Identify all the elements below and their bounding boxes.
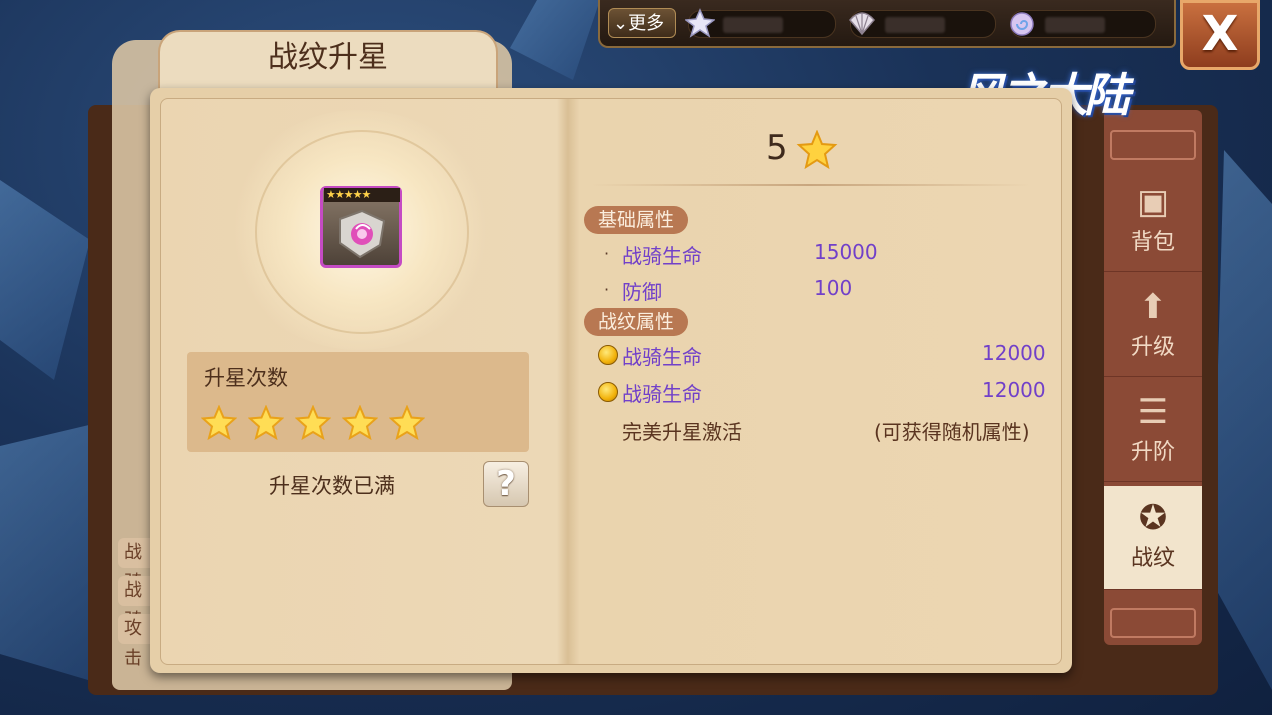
coin-icon xyxy=(598,382,618,402)
divider xyxy=(590,184,1030,186)
more-button[interactable]: ⌄更多 xyxy=(608,8,676,38)
behind-label: 战骑 xyxy=(118,576,154,631)
star-icon xyxy=(248,405,284,441)
perfect-star-value: (可获得随机属性) xyxy=(874,420,1030,444)
attr-label: 战骑生命 xyxy=(622,382,702,406)
tab-upgrade[interactable]: ⬆ 升级 xyxy=(1104,275,1202,377)
attr-label: 战骑生命 xyxy=(622,244,702,268)
rune-gem-icon xyxy=(339,209,386,259)
star-icon xyxy=(201,405,237,441)
attr-label: 防御 xyxy=(622,280,662,304)
attr-label: 战骑生命 xyxy=(622,345,702,369)
tab-backpack[interactable]: ▣ 背包 xyxy=(1104,170,1202,272)
attr-value: 12000 xyxy=(982,341,1046,365)
rune-emblem-icon: ✪ xyxy=(1138,498,1168,538)
ice-shard xyxy=(0,180,90,380)
star-count-label: 升星次数 xyxy=(204,366,288,390)
tab-label: 升阶 xyxy=(1130,440,1175,465)
more-label: 更多 xyxy=(628,13,665,34)
resource-value-blurred xyxy=(885,17,945,33)
star-max-text: 升星次数已满 xyxy=(269,474,395,498)
section-header-base: 基础属性 xyxy=(584,206,689,234)
star-icon xyxy=(342,405,378,441)
tab-advance[interactable]: ☰ 升阶 xyxy=(1104,380,1202,482)
bullet: · xyxy=(604,244,610,263)
star-currency-icon xyxy=(685,8,715,38)
star-icon xyxy=(295,405,331,441)
arrow-up-icon: ⬆ xyxy=(1138,287,1168,327)
resource-conch xyxy=(1010,10,1156,38)
star-icon xyxy=(796,130,838,170)
bullet: · xyxy=(604,280,610,299)
tab-rune[interactable]: ✪ 战纹 xyxy=(1104,486,1202,590)
attr-value: 100 xyxy=(814,276,853,300)
conch-currency-icon xyxy=(1010,12,1034,36)
tab-label: 背包 xyxy=(1130,230,1175,255)
resource-star xyxy=(685,8,836,38)
resource-value-blurred xyxy=(1045,17,1105,33)
attr-value: 12000 xyxy=(982,378,1046,402)
question-icon: ? xyxy=(496,464,516,504)
tab-label: 升级 xyxy=(1130,335,1175,360)
resource-value-blurred xyxy=(723,17,783,33)
scroll-icon: ☰ xyxy=(1137,392,1169,432)
item-star-rating: ★★★★★ xyxy=(324,188,400,202)
section-header-rune: 战纹属性 xyxy=(584,308,689,336)
chevron-down-icon: ⌄ xyxy=(613,13,629,34)
perfect-star-label: 完美升星激活 xyxy=(622,420,742,444)
tab-label: 战纹 xyxy=(1130,546,1175,571)
backpack-icon: ▣ xyxy=(1136,182,1170,222)
page-title: 战纹升星 xyxy=(268,40,388,75)
star-icon xyxy=(389,405,425,441)
shell-currency-icon xyxy=(849,12,875,36)
behind-label: 攻击 xyxy=(118,614,154,669)
behind-label: 战骑 xyxy=(118,538,154,593)
ice-shard xyxy=(1212,150,1272,690)
ice-shard xyxy=(510,0,600,80)
attr-value: 15000 xyxy=(814,240,878,264)
help-button[interactable]: ? xyxy=(483,461,529,507)
coin-icon xyxy=(598,345,618,365)
resource-shell xyxy=(849,10,996,38)
side-tab-ornament xyxy=(1110,608,1196,638)
star-level-value: 5 xyxy=(766,128,788,168)
